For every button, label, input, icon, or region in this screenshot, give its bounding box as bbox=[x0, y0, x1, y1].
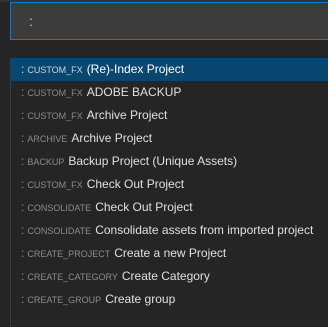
command-category: BACKUP bbox=[27, 157, 65, 167]
command-category: CUSTOM_FX bbox=[27, 65, 83, 75]
command-item[interactable]: : CONSOLIDATE Consolidate assets from impo… bbox=[11, 219, 328, 242]
command-category: CONSOLIDATE bbox=[27, 203, 92, 213]
command-category: ARCHIVE bbox=[27, 134, 68, 144]
command-label: ADOBE BACKUP bbox=[86, 85, 182, 99]
command-item[interactable]: : CUSTOM_FX (Re)-Index Project bbox=[11, 58, 328, 81]
command-label: Create Category bbox=[121, 269, 210, 283]
command-prefix-colon: : bbox=[21, 108, 25, 122]
command-label: Archive Project bbox=[71, 131, 153, 145]
command-item[interactable]: : CUSTOM_FX Archive Project bbox=[11, 104, 328, 127]
command-prefix-colon: : bbox=[21, 85, 25, 99]
command-label: (Re)-Index Project bbox=[86, 62, 185, 76]
command-item[interactable]: : BACKUP Backup Project (Unique Assets) bbox=[11, 150, 328, 173]
command-category: CONSOLIDATE bbox=[27, 226, 92, 236]
command-category: CREATE_GROUP bbox=[27, 295, 102, 305]
command-label: Archive Project bbox=[86, 108, 168, 122]
command-prefix-colon: : bbox=[21, 62, 25, 76]
command-category: CUSTOM_FX bbox=[27, 88, 83, 98]
command-category: CREATE_CATEGORY bbox=[27, 272, 118, 282]
command-prefix-colon: : bbox=[21, 200, 25, 214]
command-prefix-colon: : bbox=[21, 131, 25, 145]
command-prefix-colon: : bbox=[21, 223, 25, 237]
command-item[interactable]: : CUSTOM_FX Check Out Project bbox=[11, 173, 328, 196]
command-label: Consolidate assets from imported project bbox=[95, 223, 314, 237]
command-label: Check Out Project bbox=[86, 177, 185, 191]
command-item[interactable]: : CREATE_GROUP Create group bbox=[11, 288, 328, 311]
command-input[interactable] bbox=[11, 3, 328, 39]
command-prefix-colon: : bbox=[21, 269, 25, 283]
command-prefix-colon: : bbox=[21, 154, 25, 168]
palette-spacer bbox=[0, 40, 328, 58]
command-label: Backup Project (Unique Assets) bbox=[68, 154, 238, 168]
command-category: CUSTOM_FX bbox=[27, 180, 83, 190]
command-category: CUSTOM_FX bbox=[27, 111, 83, 121]
command-item[interactable]: : ARCHIVE Archive Project bbox=[11, 127, 328, 150]
command-input-container[interactable] bbox=[10, 2, 328, 40]
command-label: Check Out Project bbox=[95, 200, 193, 214]
command-item[interactable]: : CUSTOM_FX ADOBE BACKUP bbox=[11, 81, 328, 104]
command-category: CREATE_PROJECT bbox=[27, 249, 111, 259]
command-item[interactable]: : CREATE_PROJECT Create a new Project bbox=[11, 242, 328, 265]
command-prefix-colon: : bbox=[21, 177, 25, 191]
command-label: Create group bbox=[105, 292, 176, 306]
command-item[interactable]: : CONSOLIDATE Check Out Project bbox=[11, 196, 328, 219]
command-list: : CUSTOM_FX (Re)-Index Project: CUSTOM_FX AD… bbox=[10, 58, 328, 327]
command-prefix-colon: : bbox=[21, 292, 25, 306]
command-label: Create a new Project bbox=[114, 246, 227, 260]
command-item[interactable]: : CREATE_CATEGORY Create Category bbox=[11, 265, 328, 288]
command-prefix-colon: : bbox=[21, 246, 25, 260]
command-palette: :CUSTOM_FX(Re)-Index Project:CUSTOM_FXAD… bbox=[0, 0, 328, 327]
